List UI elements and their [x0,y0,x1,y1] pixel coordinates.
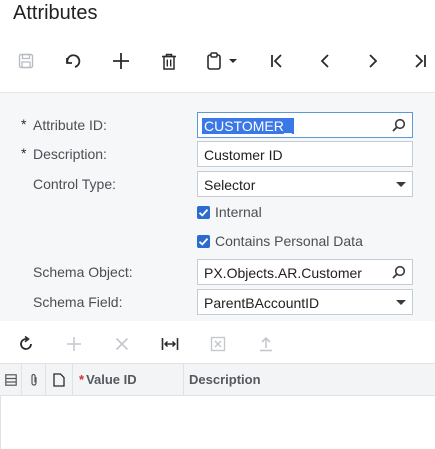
paperclip-icon [30,373,37,386]
clipboard-dropdown-icon [207,52,237,70]
schema-object-value: PX.Objects.AR.Customer [204,265,362,281]
value-id-column[interactable]: * Value ID [73,364,184,395]
first-record-button[interactable] [263,44,291,78]
description-label: Description: [33,146,107,162]
chevron-down-icon[interactable] [396,300,406,306]
checkbox-checked-icon [197,206,210,219]
save-button[interactable] [12,44,40,78]
control-type-value: Selector [204,177,256,193]
internal-checkbox[interactable]: Internal [197,203,417,223]
schema-object-label: Schema Object: [33,264,133,280]
upload-icon [260,336,272,352]
delete-row-button[interactable] [108,328,136,360]
schema-field-row: Schema Field: ParentBAccountID [0,289,435,315]
schema-field-value: ParentBAccountID [204,295,320,311]
add-row-button[interactable] [60,328,88,360]
control-type-label: Control Type: [33,176,117,192]
required-marker: * [21,145,27,161]
description-row: * Description: Customer ID [0,141,435,167]
internal-label: Internal [215,204,262,220]
save-icon [18,53,34,69]
trash-icon [162,53,176,70]
undo-icon [66,54,81,68]
refresh-button[interactable] [12,328,40,360]
schema-field-select[interactable]: ParentBAccountID [197,289,413,315]
delete-button[interactable] [155,44,183,78]
contains-personal-data-checkbox[interactable]: Contains Personal Data [197,232,417,252]
close-icon [115,337,129,351]
schema-object-row: Schema Object: PX.Objects.AR.Customer [0,259,435,285]
page-title: Attributes [13,2,98,24]
attribute-id-input[interactable]: CUSTOMER_ [197,112,413,138]
required-marker: * [21,116,27,132]
contains-personal-data-label: Contains Personal Data [215,233,363,249]
next-icon [369,54,378,68]
undo-button[interactable] [59,44,87,78]
attribute-id-value: CUSTOMER_ [202,118,294,134]
attribute-id-label: Attribute ID: [33,117,107,133]
control-type-row: Control Type: Selector [0,171,435,197]
attribute-id-row: * Attribute ID: CUSTOMER_ [0,112,435,138]
value-id-header: Value ID [86,372,137,387]
attribute-form: * Attribute ID: CUSTOMER_ * Description:… [0,92,435,321]
grid-left-border [0,396,1,449]
grid-header: * Value ID Description [0,363,435,396]
fit-width-icon [161,338,179,350]
excel-icon [210,336,226,352]
notes-column[interactable] [46,364,73,395]
refresh-icon [20,336,32,350]
search-icon[interactable] [392,118,406,132]
plus-icon [67,337,81,351]
prev-icon [320,54,329,68]
grid-body [0,396,435,449]
upload-button[interactable] [252,328,280,360]
next-record-button[interactable] [359,44,387,78]
description-header: Description [189,372,261,387]
files-column[interactable] [22,364,46,395]
control-type-select[interactable]: Selector [197,171,413,197]
row-selector-icon [4,373,17,386]
fit-columns-button[interactable] [156,328,184,360]
main-toolbar [0,44,435,78]
description-column[interactable]: Description [184,364,435,395]
description-input[interactable]: Customer ID [197,141,413,167]
row-selector-column[interactable] [0,364,22,395]
chevron-down-icon[interactable] [396,182,406,188]
clipboard-button[interactable] [203,44,247,78]
note-icon [53,372,65,387]
last-record-button[interactable] [406,44,434,78]
schema-object-input[interactable]: PX.Objects.AR.Customer [197,259,413,285]
required-marker: * [79,372,85,387]
first-icon [271,54,282,68]
description-value: Customer ID [204,147,283,163]
grid-toolbar [0,328,435,360]
schema-field-label: Schema Field: [33,294,123,310]
checkbox-checked-icon [197,235,210,248]
add-button[interactable] [107,44,135,78]
export-excel-button[interactable] [204,328,232,360]
previous-record-button[interactable] [311,44,339,78]
search-icon[interactable] [392,265,406,279]
last-icon [415,54,426,68]
plus-icon [113,53,129,69]
